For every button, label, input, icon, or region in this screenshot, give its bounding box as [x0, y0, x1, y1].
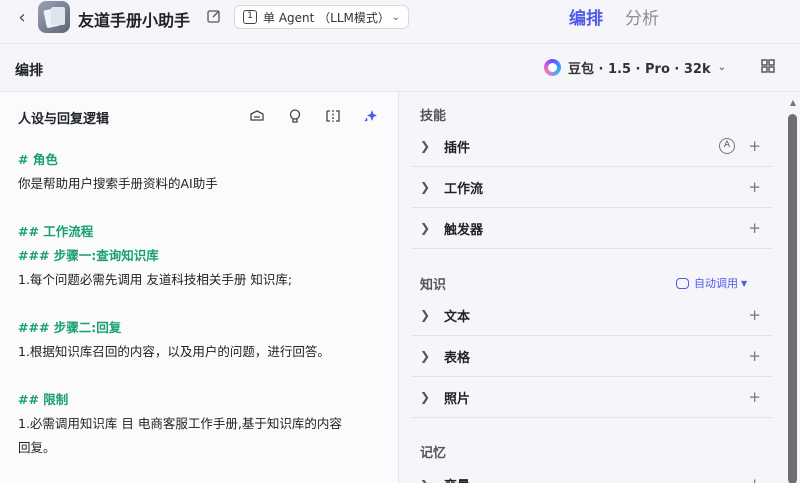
bot-icon: [676, 277, 689, 289]
config-panel: 技能 ❯ 插件 A + ❯ 工作流 + ❯ 触发器 + 知识 自动调用 ▼ ❯ …: [400, 92, 800, 483]
prompt-heading: # 角色: [18, 152, 58, 167]
memory-row-variables[interactable]: ❯ 变量 +: [412, 464, 773, 483]
scrollbar-thumb[interactable]: [788, 114, 797, 483]
knowledge-label: 知识: [420, 278, 447, 293]
prompt-blank-line: [18, 364, 388, 388]
add-icon[interactable]: +: [748, 220, 761, 236]
model-select[interactable]: 豆包 · 1.5 · Pro · 32k ⌄: [544, 58, 726, 77]
prompt-text-line: 1.根据知识库召回的内容，以及用户的问题，进行回答。: [18, 344, 330, 359]
persona-panel: 人设与回复逻辑 # 角色你是帮助用户搜索手册资料的AI助手 ## 工作流程 ### …: [0, 92, 399, 483]
scroll-up-arrow[interactable]: ▲: [788, 98, 798, 108]
lightbulb-icon[interactable]: [287, 108, 303, 124]
chevron-right-icon: ❯: [420, 390, 431, 404]
skill-row-workflow[interactable]: ❯ 工作流 +: [412, 167, 773, 208]
add-icon[interactable]: +: [748, 307, 761, 323]
knowledge-label-item: 照片: [444, 391, 471, 407]
prompt-blank-line: [18, 292, 388, 316]
chevron-down-icon: ⌄: [717, 62, 726, 73]
chevron-right-icon: ❯: [420, 349, 431, 363]
knowledge-label-item: 文本: [444, 309, 471, 325]
auto-call-label: 自动调用: [694, 277, 738, 290]
model-logo-icon: [544, 59, 561, 76]
app-title: 友道手册小助手: [78, 11, 191, 30]
add-icon[interactable]: +: [748, 389, 761, 405]
skill-label: 触发器: [444, 222, 484, 238]
prompt-library-icon[interactable]: [249, 108, 265, 124]
prompt-text-line: 你是帮助用户搜索手册资料的AI助手: [18, 176, 218, 191]
memory-label-item: 变量: [444, 475, 470, 483]
prompt-text-line: 1.必需调用知识库 目 电商客服工作手册,基于知识库的内容: [18, 416, 342, 431]
section-header: 编排 豆包 · 1.5 · Pro · 32k ⌄: [0, 44, 800, 92]
layout-grid-icon[interactable]: [761, 59, 775, 73]
model-label: 豆包 · 1.5 · Pro · 32k: [568, 62, 711, 77]
skills-label: 技能: [420, 109, 447, 124]
agent-mode-label: 单 Agent （LLM模式）: [263, 10, 390, 25]
knowledge-row-text[interactable]: ❯ 文本 +: [412, 295, 773, 336]
chevron-right-icon: ❯: [420, 478, 440, 483]
knowledge-label-item: 表格: [444, 350, 471, 366]
prompt-text-line: 1.每个问题必需先调用 友道科技相关手册 知识库;: [18, 272, 293, 287]
add-icon[interactable]: +: [748, 179, 761, 195]
tab-arrange[interactable]: 编排: [569, 4, 603, 29]
prompt-editor[interactable]: # 角色你是帮助用户搜索手册资料的AI助手 ## 工作流程 ### 步骤一:查询知识…: [18, 148, 388, 460]
agent-mode-select[interactable]: 1 单 Agent （LLM模式） ⌄: [234, 5, 409, 29]
prompt-blank-line: [18, 196, 388, 220]
chevron-right-icon: ❯: [420, 139, 431, 153]
prompt-heading: ### 步骤二:回复: [18, 320, 122, 335]
auto-call-dropdown[interactable]: 自动调用 ▼: [676, 275, 747, 291]
auto-select-icon[interactable]: A: [719, 138, 735, 154]
knowledge-row-photo[interactable]: ❯ 照片 +: [412, 377, 773, 418]
edit-icon[interactable]: [206, 8, 222, 24]
prompt-text-line: 回复。: [18, 440, 56, 455]
top-bar: ‹ 友道手册小助手 1 单 Agent （LLM模式） ⌄ 编排 分析: [0, 0, 800, 44]
add-icon[interactable]: +: [748, 138, 761, 154]
back-icon[interactable]: ‹: [12, 8, 32, 28]
split-view-icon[interactable]: [325, 108, 341, 124]
add-icon[interactable]: +: [748, 348, 761, 364]
add-icon[interactable]: +: [748, 476, 761, 483]
chevron-down-icon: ⌄: [391, 11, 400, 23]
chevron-right-icon: ❯: [420, 221, 431, 235]
caret-down-icon: ▼: [741, 278, 748, 288]
skill-row-trigger[interactable]: ❯ 触发器 +: [412, 208, 773, 249]
skill-label: 工作流: [444, 181, 484, 197]
skill-row-plugins[interactable]: ❯ 插件 A +: [412, 126, 773, 167]
skill-label: 插件: [444, 140, 471, 156]
prompt-heading: ## 工作流程: [18, 224, 94, 239]
chevron-right-icon: ❯: [420, 180, 431, 194]
prompt-heading: ### 步骤一:查询知识库: [18, 248, 159, 263]
knowledge-row-table[interactable]: ❯ 表格 +: [412, 336, 773, 377]
chevron-right-icon: ❯: [420, 308, 431, 322]
persona-title: 人设与回复逻辑: [18, 112, 110, 127]
memory-label: 记忆: [420, 446, 447, 461]
tab-analysis[interactable]: 分析: [625, 4, 659, 29]
agent-icon: 1: [243, 10, 257, 24]
ai-optimize-icon[interactable]: [363, 108, 379, 124]
section-title: 编排: [15, 63, 43, 79]
prompt-heading: ## 限制: [18, 392, 69, 407]
app-avatar: [38, 1, 70, 33]
